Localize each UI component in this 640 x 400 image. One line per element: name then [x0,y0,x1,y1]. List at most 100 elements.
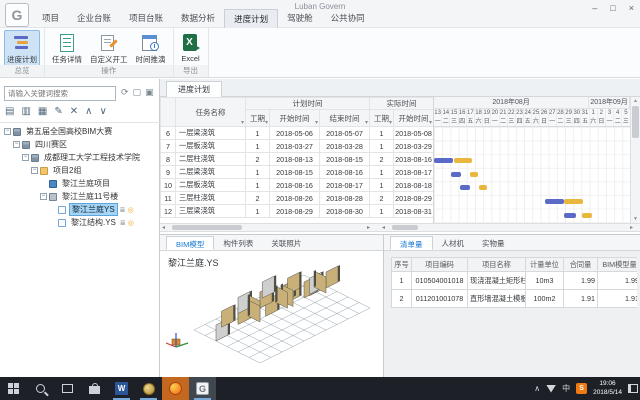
task-row-7[interactable]: 7一层板浇筑12018-03-272018-03-2812018-03-29 [161,140,434,153]
tree-expander-icon[interactable]: − [13,141,20,148]
tree-expander-icon[interactable]: − [22,154,29,161]
ribbon-tab-project-ledger[interactable]: 项目台账 [120,9,172,28]
filter-icon[interactable]: ▾ [389,119,392,126]
excel-export-button[interactable]: XExcel [178,30,204,65]
qty-row-2[interactable]: 2011201001078直形墙混凝土模板100m21.911.91 [392,290,638,308]
gantt-bar-planned[interactable] [564,213,575,218]
gantt-bar-planned[interactable] [460,185,470,190]
taskbar-word-icon[interactable]: W [108,377,135,400]
task-detail-button[interactable]: 任务详情 [49,30,85,67]
tree-expander-icon[interactable]: − [4,128,11,135]
search-input[interactable] [4,86,116,101]
gantt-bar-actual[interactable] [479,185,487,190]
gantt-bar-actual[interactable] [454,158,472,163]
horizontal-scroll-thumb[interactable] [392,225,418,230]
horizontal-scroll-thumb[interactable] [172,225,242,230]
custom-start-button[interactable]: 自定义开工 [87,30,131,67]
progress-plan-button[interactable]: 进度计划 [4,30,40,67]
tree-item-6[interactable]: 黎江兰庭YS≣◎ [0,203,160,216]
taskbar-luban-govern-icon[interactable]: G [189,377,216,400]
filter-icon[interactable]: ▾ [429,119,432,126]
filter-icon[interactable]: ▾ [365,119,368,126]
flat-view-icon[interactable]: ▦ [38,106,47,117]
qty-row-1[interactable]: 1010504001018现浇混凝土矩形柱10m31.991.99 [392,272,638,290]
taskbar-firefox-icon[interactable] [162,377,189,400]
refresh-icon[interactable]: ⟳ [121,87,129,98]
task-row-10[interactable]: 10二层板浇筑12018-08-162018-08-1712018-08-18 [161,179,434,192]
network-icon[interactable] [546,385,556,393]
taskbar-store-icon[interactable] [81,377,108,400]
tree-item-0[interactable]: −第五届全国高校BIM大赛 [0,125,160,138]
taskbar-start-icon[interactable] [0,377,27,400]
taskbar-search-icon[interactable] [27,377,54,400]
bim-viewport[interactable]: 黎江兰庭.YS [160,251,383,377]
move-up-icon[interactable]: ∧ [85,106,92,117]
scroll-up-arrow[interactable]: ▲ [631,97,640,105]
list-badge-icon[interactable]: ≣ [120,219,126,227]
list-badge-icon[interactable]: ≣ [120,206,126,214]
expand-panel-icon[interactable]: ▢ [133,87,142,98]
gantt-bar-actual[interactable] [470,172,478,177]
taskbar-task-view-icon[interactable] [54,377,81,400]
tree-item-7[interactable]: 黎江结构.YS≣◎ [0,216,160,229]
sync-badge-icon[interactable]: ◎ [128,219,134,227]
hidden-icons-icon[interactable]: ∧ [534,384,540,393]
scroll-right-arrow[interactable]: ▸ [630,224,633,232]
time-scale-button[interactable]: 时间推演 [133,30,169,67]
filter-icon[interactable]: ▾ [315,119,318,126]
filter-icon[interactable]: ▾ [265,119,268,126]
scroll-right-arrow[interactable]: ▸ [367,224,370,232]
tab-bim-model[interactable]: BIM模型 [166,236,214,250]
ribbon-tab-collaboration[interactable]: 公共协同 [322,9,374,28]
scroll-left-arrow[interactable]: ◂ [382,224,385,232]
gantt-bar-actual[interactable] [564,199,583,204]
gantt-bar-actual[interactable] [582,213,592,218]
tree-item-4[interactable]: 黎江兰庭项目 [0,177,160,190]
task-row-12[interactable]: 12三层梁浇筑12018-08-292018-08-3012018-08-31 [161,205,434,218]
taskbar-clock[interactable]: 19:06 2018/5/14 [593,380,622,398]
scroll-down-arrow[interactable]: ▼ [631,215,640,223]
tab-component-list[interactable]: 构件列表 [214,236,262,250]
tab-bill-qty[interactable]: 清单量 [390,236,433,250]
ribbon-tab-data-analysis[interactable]: 数据分析 [172,9,224,28]
collapse-all-icon[interactable]: ▥ [21,106,30,117]
ribbon-tab-progress-plan[interactable]: 进度计划 [224,9,278,28]
pin-panel-icon[interactable]: ▣ [145,87,154,98]
vertical-scrollbar[interactable]: ▲ ▼ [630,97,640,223]
sync-badge-icon[interactable]: ◎ [128,206,134,214]
tree-item-2[interactable]: −成都理工大学工程技术学院 [0,151,160,164]
ime-lang-icon[interactable]: 中 [562,383,570,394]
task-row-8[interactable]: 8二层柱浇筑22018-08-132018-08-1522018-08-16 [161,153,434,166]
tab-progress-plan[interactable]: 进度计划 [166,81,222,97]
gantt-bar-planned[interactable] [545,199,564,204]
tab-labor-material[interactable]: 人材机 [433,236,474,250]
tab-physical-qty[interactable]: 实物量 [473,236,514,250]
tree-expander-icon[interactable]: − [31,167,38,174]
task-row-6[interactable]: 6一层梁浇筑12018-05-062018-05-0712018-05-08 [161,127,434,140]
tree-item-3[interactable]: −项目2组 [0,164,160,177]
move-down-icon[interactable]: ∨ [99,106,106,117]
tree-item-5[interactable]: −黎江兰庭11号楼 [0,190,160,203]
edit-icon[interactable]: ✎ [54,106,62,117]
notification-center-icon[interactable] [628,384,638,393]
tree-item-1[interactable]: −四川赛区 [0,138,160,151]
close-button[interactable]: × [629,3,634,13]
delete-icon[interactable]: ✕ [70,106,78,117]
ribbon-tab-project[interactable]: 项目 [33,9,68,28]
ribbon-tab-enterprise-ledger[interactable]: 企业台账 [68,9,120,28]
task-row-11[interactable]: 11三层柱浇筑22018-08-262018-08-2822018-08-29 [161,192,434,205]
sogou-icon[interactable]: S [576,383,587,394]
maximize-button[interactable]: □ [610,3,615,13]
taskbar-browser-icon[interactable] [135,377,162,400]
ribbon-tab-dashboard[interactable]: 驾驶舱 [278,9,322,28]
horizontal-scrollbar[interactable]: ◂ ▸ ◂ ▸ [160,223,640,232]
gantt-bar-planned[interactable] [451,172,461,177]
gantt-bar-planned[interactable] [434,158,453,163]
vertical-scroll-thumb[interactable] [632,106,639,138]
task-row-9[interactable]: 9二层梁浇筑12018-08-152018-08-1612018-08-17 [161,166,434,179]
minimize-button[interactable]: – [592,3,597,13]
tree-expander-icon[interactable]: − [40,193,47,200]
scroll-left-arrow[interactable]: ◂ [162,224,165,232]
expand-all-icon[interactable]: ▤ [5,106,14,117]
tab-linked-photos[interactable]: 关联照片 [262,236,310,250]
